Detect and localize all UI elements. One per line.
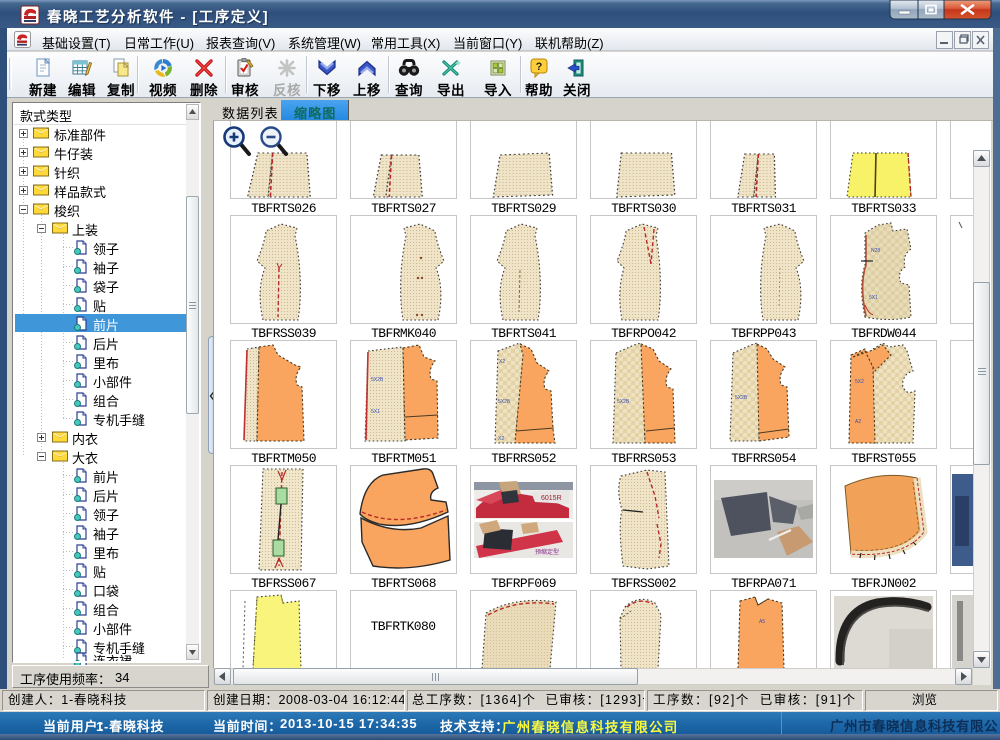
svg-text:5X2B: 5X2B bbox=[371, 377, 384, 383]
svg-text:A5: A5 bbox=[759, 619, 765, 625]
svg-text:5X1: 5X1 bbox=[371, 409, 380, 415]
svg-text:A2: A2 bbox=[855, 419, 861, 425]
svg-text:5X2: 5X2 bbox=[855, 379, 864, 385]
svg-text:X2: X2 bbox=[499, 359, 505, 365]
svg-text:5X1: 5X1 bbox=[869, 295, 878, 301]
svg-text:6015R: 6015R bbox=[541, 495, 562, 502]
svg-text:?: ? bbox=[536, 61, 543, 73]
svg-text:N28: N28 bbox=[871, 248, 880, 254]
svg-text:TBFRTK080: TBFRTK080 bbox=[371, 619, 436, 634]
svg-text:预缩定型: 预缩定型 bbox=[535, 548, 559, 556]
svg-text:5X2B: 5X2B bbox=[735, 395, 748, 401]
svg-text:5X2B: 5X2B bbox=[617, 399, 630, 405]
svg-text:5X2B: 5X2B bbox=[498, 399, 511, 405]
svg-text:X2: X2 bbox=[498, 436, 504, 442]
